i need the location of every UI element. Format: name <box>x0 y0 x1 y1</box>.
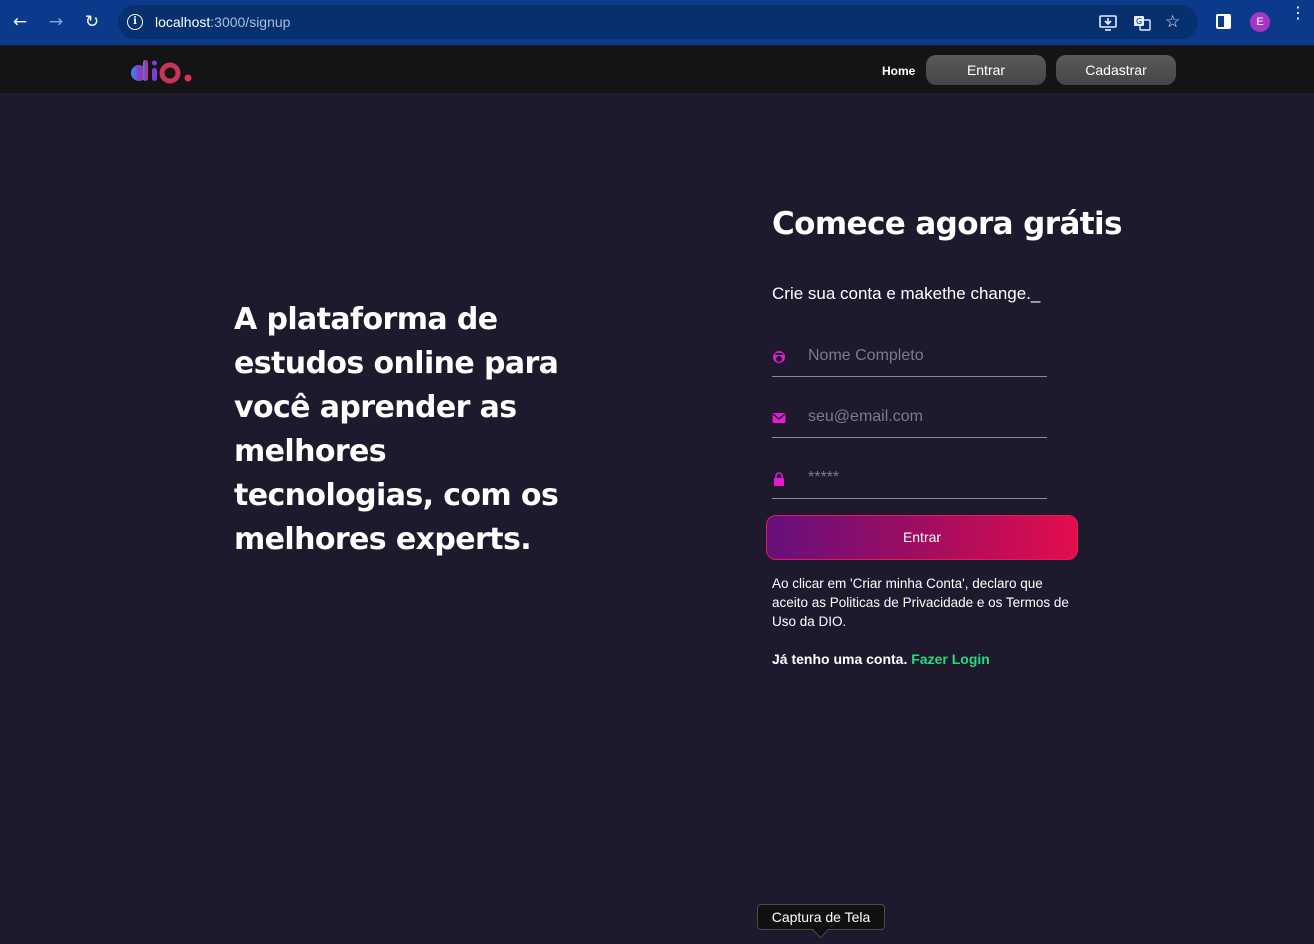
header-login-button[interactable]: Entrar <box>926 55 1046 85</box>
hero-headline: A plataforma de estudos online para você… <box>234 302 559 557</box>
side-panel-icon[interactable] <box>1216 14 1231 29</box>
user-icon <box>773 351 785 363</box>
already-have-account: Já tenho uma conta. Fazer Login <box>772 651 990 667</box>
back-arrow-icon[interactable]: ← <box>9 11 31 33</box>
lock-icon <box>774 472 784 486</box>
name-field <box>772 337 1047 377</box>
name-input[interactable] <box>808 343 1038 369</box>
url-host: localhost <box>155 14 211 30</box>
profile-avatar[interactable]: E <box>1250 12 1270 32</box>
password-input[interactable] <box>808 465 1038 491</box>
address-bar[interactable]: i localhost:3000/signup G ☆ <box>118 5 1198 39</box>
dio-logo[interactable] <box>130 58 196 84</box>
forward-arrow-icon[interactable]: → <box>45 11 67 33</box>
email-field <box>772 398 1047 438</box>
header-signup-button[interactable]: Cadastrar <box>1056 55 1176 85</box>
install-app-icon[interactable] <box>1099 15 1117 34</box>
email-input[interactable] <box>808 404 1038 430</box>
browser-toolbar: ← → ↻ i localhost:3000/signup G ☆ E ⋮ <box>0 0 1314 45</box>
translate-icon[interactable]: G <box>1133 15 1151 34</box>
url-path: :3000/signup <box>210 14 291 30</box>
kebab-menu-icon[interactable]: ⋮ <box>1290 6 1306 22</box>
login-link[interactable]: Fazer Login <box>911 651 990 667</box>
app-header: Home Entrar Cadastrar <box>0 46 1314 93</box>
form-title: Comece agora grátis <box>772 206 1122 242</box>
bookmark-star-icon[interactable]: ☆ <box>1165 14 1180 31</box>
form-subtitle: Crie sua conta e makethe change._ <box>772 284 1041 303</box>
already-text: Já tenho uma conta. <box>772 651 908 667</box>
nav-home-link[interactable]: Home <box>882 64 915 78</box>
screenshot-tooltip: Captura de Tela <box>757 904 885 930</box>
reload-icon[interactable]: ↻ <box>81 11 103 33</box>
submit-button[interactable]: Entrar <box>766 515 1078 560</box>
terms-text: Ao clicar em 'Criar minha Conta', declar… <box>772 576 1069 629</box>
email-icon <box>772 413 786 423</box>
url-text[interactable]: localhost:3000/signup <box>155 14 290 30</box>
logo-graphic <box>131 60 192 84</box>
site-info-icon[interactable]: i <box>127 14 143 30</box>
password-field <box>772 459 1047 499</box>
svg-text:G: G <box>1136 17 1142 26</box>
